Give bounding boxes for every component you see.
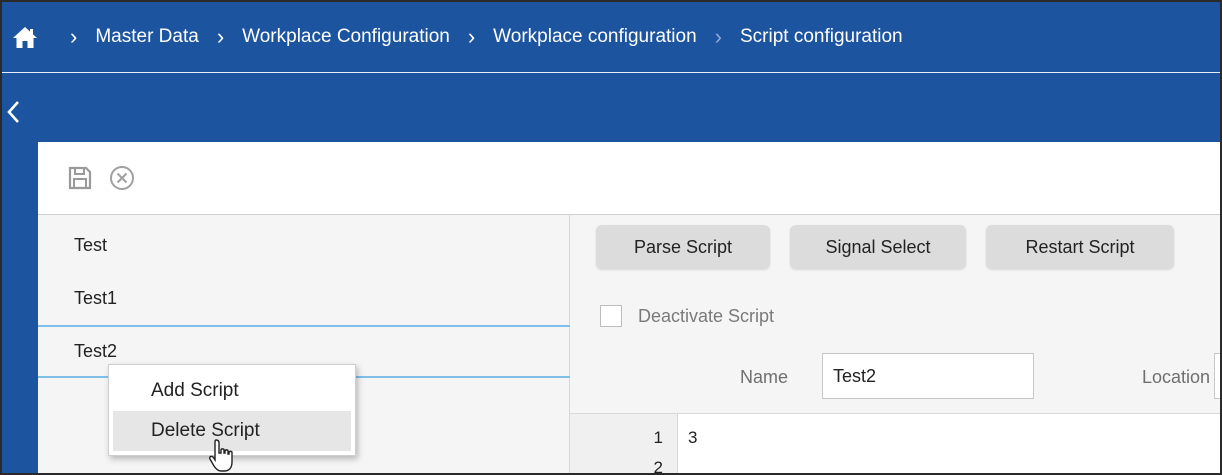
- line-number: 2: [653, 458, 663, 475]
- line-number-gutter: 1 2: [570, 414, 678, 475]
- list-item-label: Test1: [74, 288, 118, 308]
- chevron-right-icon: ›: [70, 24, 78, 49]
- add-script-menu-item[interactable]: Add Script: [113, 371, 351, 411]
- parse-script-button[interactable]: Parse Script: [596, 225, 770, 269]
- breadcrumb-item-script-configuration: Script configuration: [739, 26, 903, 47]
- mouse-pointer-icon: [208, 438, 238, 473]
- header-band: › Master Data › Workplace Configuration …: [2, 2, 1220, 142]
- deactivate-script-row: Deactivate Script: [600, 305, 774, 327]
- save-icon[interactable]: [66, 164, 94, 192]
- breadcrumb-item-workplace-configuration-sub[interactable]: Workplace configuration: [493, 26, 696, 48]
- code-editor[interactable]: 1 2 3: [570, 413, 1220, 475]
- chevron-right-icon: ›: [714, 24, 722, 49]
- left-strip: [2, 142, 38, 473]
- deactivate-script-checkbox[interactable]: [600, 305, 622, 327]
- breadcrumb-item-workplace-configuration[interactable]: Workplace Configuration: [242, 26, 450, 48]
- list-item[interactable]: Test: [38, 220, 570, 270]
- list-item[interactable]: Test1: [38, 273, 570, 323]
- location-label: Location: [1142, 367, 1211, 387]
- restart-script-button[interactable]: Restart Script: [986, 225, 1174, 269]
- panel-toolbar: [38, 142, 1220, 214]
- header-divider: [2, 72, 1220, 73]
- home-icon[interactable]: [12, 24, 38, 50]
- list-item-label: Test2: [74, 341, 118, 361]
- code-line[interactable]: 3: [688, 428, 697, 448]
- deactivate-script-label: Deactivate Script: [638, 305, 775, 326]
- chevron-left-icon[interactable]: [6, 100, 26, 126]
- breadcrumb: › Master Data › Workplace Configuration …: [2, 2, 1220, 72]
- app-window: › Master Data › Workplace Configuration …: [0, 0, 1222, 475]
- cancel-circle-icon[interactable]: [108, 164, 136, 192]
- chevron-right-icon: ›: [216, 24, 225, 49]
- name-input[interactable]: Test2: [822, 353, 1034, 399]
- script-details: Parse Script Signal Select Restart Scrip…: [570, 214, 1220, 475]
- location-input[interactable]: [1214, 353, 1220, 399]
- line-number: 1: [653, 428, 663, 447]
- list-item-label: Test: [74, 235, 108, 255]
- name-label: Name: [740, 367, 789, 387]
- breadcrumb-item-master-data[interactable]: Master Data: [95, 26, 198, 48]
- chevron-right-icon: ›: [467, 24, 476, 49]
- signal-select-button[interactable]: Signal Select: [790, 225, 966, 269]
